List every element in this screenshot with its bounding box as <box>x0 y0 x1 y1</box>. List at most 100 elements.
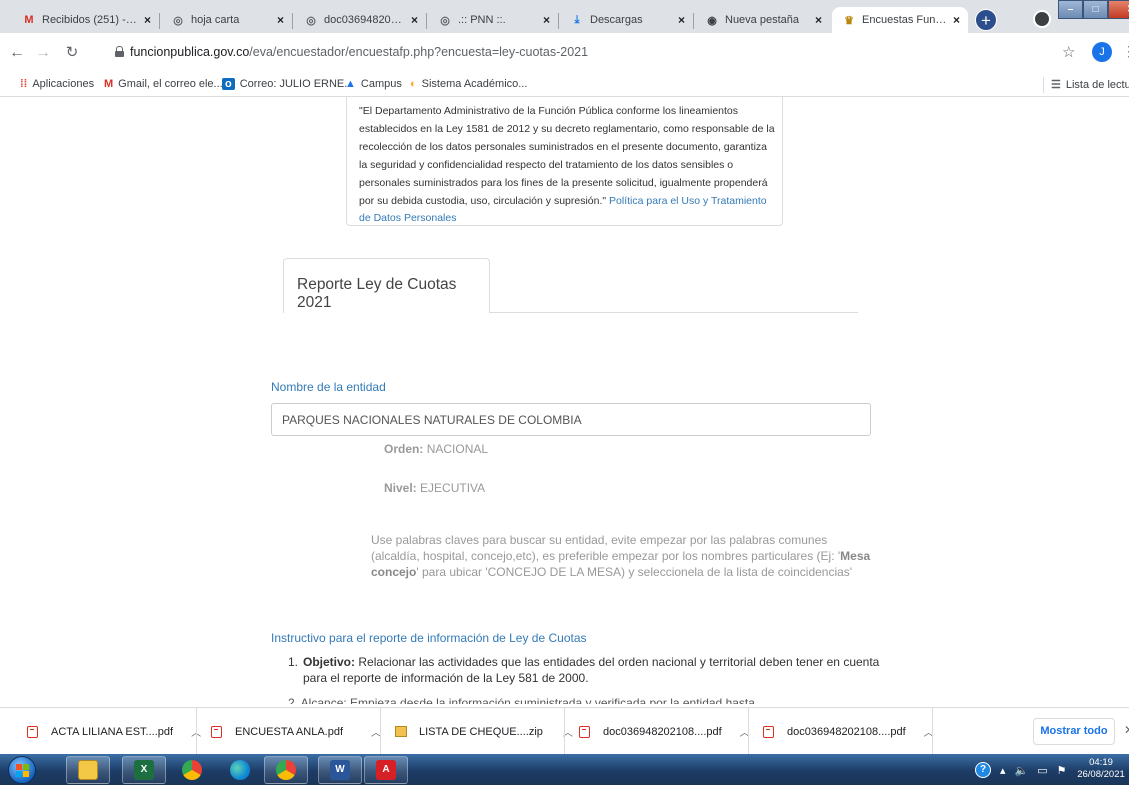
chrome-profile-icon <box>276 760 296 780</box>
bookmark-correo[interactable]: o Correo: JULIO ERNE... <box>222 78 353 90</box>
close-icon[interactable]: × <box>411 13 418 27</box>
reading-list-button[interactable]: ☰ Lista de lectura <box>1051 78 1129 92</box>
url-text[interactable]: funcionpublica.gov.co/eva/encuestador/en… <box>130 45 588 59</box>
chrome-icon: ◉ <box>707 14 717 27</box>
bookmark-label: Aplicaciones <box>32 78 95 90</box>
tab-title: hoja carta <box>191 14 240 26</box>
browser-tab-strip: M Recibidos (251) - juli × ◎ hoja carta … <box>0 0 1129 33</box>
minimize-button[interactable]: – <box>1058 0 1083 19</box>
tab-hoja-carta[interactable]: ◎ hoja carta × <box>161 7 292 33</box>
bookmark-separator <box>1043 77 1044 93</box>
close-icon[interactable]: × <box>815 13 822 27</box>
page-content: "El Departamento Administrativo de la Fu… <box>0 97 1129 707</box>
download-item[interactable]: ENCUESTA ANLA.pdf ︿ <box>210 708 381 755</box>
taskbar-edge[interactable] <box>218 756 262 784</box>
word-icon: W <box>330 760 350 780</box>
download-item[interactable]: ACTA LILIANA EST....pdf ︿ <box>26 708 201 755</box>
nivel-label: Nivel: <box>384 481 417 495</box>
action-center-flag-icon[interactable]: ⚑ <box>1057 764 1067 777</box>
file-explorer-icon <box>78 760 98 780</box>
bookmark-star-icon[interactable]: ☆ <box>1062 43 1075 61</box>
bookmark-campus[interactable]: ▲ Campus <box>345 78 402 90</box>
instruction-item: 1. Objetivo: Relacionar las actividades … <box>288 654 883 686</box>
bookmark-gmail[interactable]: M Gmail, el correo ele... <box>104 78 223 90</box>
avatar[interactable]: J <box>1092 42 1112 62</box>
zip-file-icon <box>394 725 407 738</box>
nivel-row: Nivel: EJECUTIVA <box>384 481 485 495</box>
tray-expand-icon[interactable]: ▴ <box>1000 764 1006 777</box>
network-icon[interactable]: ▭ <box>1037 764 1047 777</box>
url-path: /eva/encuestador/encuestafp.php?encuesta… <box>249 45 589 59</box>
start-button[interactable] <box>8 756 36 784</box>
address-bar[interactable]: funcionpublica.gov.co/eva/encuestador/en… <box>97 37 1047 67</box>
entity-name-input[interactable] <box>271 403 871 436</box>
download-item[interactable]: LISTA DE CHEQUE....zip ︿ <box>394 708 573 755</box>
instructions-title: Instructivo para el reporte de informaci… <box>271 631 587 645</box>
download-item[interactable]: doc036948202108....pdf ︿ <box>762 708 934 755</box>
acrobat-icon: A <box>376 760 396 780</box>
taskbar-file-explorer[interactable] <box>66 756 110 784</box>
close-icon[interactable]: × <box>543 13 550 27</box>
download-name: doc036948202108....pdf <box>603 725 722 738</box>
taskbar-acrobat[interactable]: A <box>364 756 408 784</box>
tab-reporte-ley-cuotas[interactable]: Reporte Ley de Cuotas 2021 <box>283 258 490 313</box>
tab-title: Recibidos (251) - juli <box>42 14 138 26</box>
clock-time: 04:19 <box>1089 757 1113 768</box>
tab-encuestas[interactable]: ♛ Encuestas Función P × <box>832 7 968 33</box>
tab-search-icon[interactable] <box>1033 10 1051 28</box>
window-close-button[interactable]: ✕ <box>1108 0 1129 19</box>
forward-arrow-icon[interactable]: → <box>33 42 53 64</box>
show-all-downloads-button[interactable]: Mostrar todo <box>1033 718 1115 745</box>
reload-icon[interactable]: ↻ <box>62 42 82 64</box>
tab-descargas[interactable]: ⤓ Descargas × <box>560 7 693 33</box>
lock-icon[interactable] <box>115 46 124 57</box>
search-hint: Use palabras claves para buscar su entid… <box>371 532 871 580</box>
windows-taskbar: X W A ? ▴ 🔈 ▭ ⚑ 04:19 26/08/2021 <box>0 754 1129 785</box>
download-separator <box>380 708 381 755</box>
taskbar-clock[interactable]: 04:19 26/08/2021 <box>1076 757 1126 781</box>
download-name: ENCUESTA ANLA.pdf <box>235 725 344 738</box>
tab-separator <box>292 13 293 29</box>
globe-icon: ◎ <box>173 14 183 27</box>
bookmark-aplicaciones[interactable]: ⁞⁞ Aplicaciones <box>20 78 94 90</box>
taskbar-excel[interactable]: X <box>122 756 166 784</box>
download-item[interactable]: doc036948202108....pdf ︿ <box>578 708 750 755</box>
pdf-file-icon <box>26 725 39 738</box>
bookmark-label: Correo: JULIO ERNE... <box>239 78 354 90</box>
tab-nueva-pestana[interactable]: ◉ Nueva pestaña × <box>695 7 830 33</box>
help-icon[interactable]: ? <box>975 762 991 778</box>
taskbar-chrome[interactable] <box>170 756 214 784</box>
bookmark-sistema-academico[interactable]: ◐ Sistema Académico... <box>410 78 527 90</box>
close-shelf-icon[interactable]: ✕ <box>1124 723 1129 737</box>
maximize-button[interactable]: □ <box>1083 0 1108 19</box>
instruction-label: Objetivo: <box>303 655 356 669</box>
tab-separator <box>558 13 559 29</box>
apps-grid-icon: ⁞⁞ <box>20 78 28 90</box>
close-icon[interactable]: × <box>144 13 151 27</box>
tab-title: doc036948202108 <box>324 14 405 26</box>
excel-icon: X <box>134 760 154 780</box>
menu-kebab-icon[interactable]: ⋮ <box>1122 43 1129 60</box>
download-separator <box>748 708 749 755</box>
new-tab-button[interactable]: + <box>975 9 997 31</box>
download-name: ACTA LILIANA EST....pdf <box>51 725 174 738</box>
tab-separator <box>159 13 160 29</box>
close-icon[interactable]: × <box>277 13 284 27</box>
instruction-text: Relacionar las actividades que las entid… <box>303 655 880 685</box>
pdf-file-icon <box>762 725 775 738</box>
academic-icon: ◐ <box>410 78 417 90</box>
tab-doc[interactable]: ◎ doc036948202108 × <box>294 7 426 33</box>
pdf-file-icon <box>210 725 223 738</box>
bookmark-label: Campus <box>360 78 402 90</box>
taskbar-chrome-active[interactable] <box>264 756 308 784</box>
reading-list-icon: ☰ <box>1051 79 1061 91</box>
close-icon[interactable]: × <box>678 13 685 27</box>
back-arrow-icon[interactable]: ← <box>7 42 27 64</box>
volume-icon[interactable]: 🔈 <box>1015 764 1029 777</box>
privacy-text: "El Departamento Administrativo de la Fu… <box>359 105 775 207</box>
tab-pnn[interactable]: ◎ .:: PNN ::. × <box>428 7 558 33</box>
taskbar-word[interactable]: W <box>318 756 362 784</box>
downloads-shelf: ACTA LILIANA EST....pdf ︿ ENCUESTA ANLA.… <box>0 707 1129 755</box>
close-icon[interactable]: × <box>953 13 960 27</box>
tab-gmail[interactable]: M Recibidos (251) - juli × <box>12 7 159 33</box>
